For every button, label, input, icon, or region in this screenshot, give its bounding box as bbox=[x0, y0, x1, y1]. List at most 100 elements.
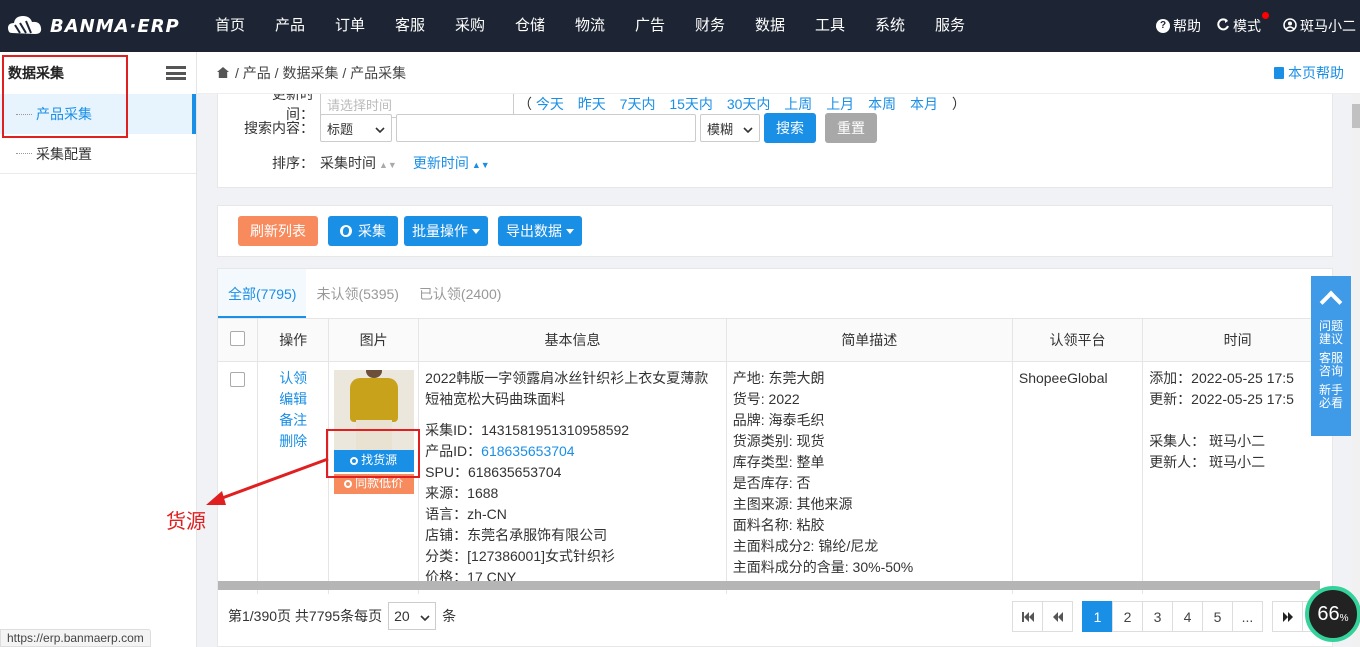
per-page-value: 20 bbox=[394, 608, 410, 624]
category: 分类：[127386001]女式针织衫 bbox=[425, 547, 616, 564]
nav-purchase[interactable]: 采购 bbox=[440, 0, 500, 52]
newbie-guide-link[interactable]: 新手必看 bbox=[1311, 384, 1351, 410]
next-page-icon[interactable] bbox=[1272, 601, 1303, 632]
nav-services[interactable]: 服务 bbox=[920, 0, 980, 52]
support-link[interactable]: 客服咨询 bbox=[1311, 352, 1351, 378]
range-today[interactable]: 今天 bbox=[536, 96, 564, 112]
page-scrollbar[interactable] bbox=[1352, 94, 1360, 647]
page-help-link[interactable]: 本页帮助 bbox=[1274, 63, 1344, 83]
match-mode-select[interactable]: 模糊 bbox=[700, 114, 760, 142]
breadcrumb-path: / 产品 / 数据采集 / 产品采集 bbox=[235, 64, 407, 81]
nav-home[interactable]: 首页 bbox=[200, 0, 260, 52]
reset-button[interactable]: 重置 bbox=[825, 113, 877, 143]
refresh-mode-icon bbox=[1217, 18, 1230, 34]
tab-unclaimed[interactable]: 未认领(5395) bbox=[306, 269, 408, 318]
row-time-cell: 添加：2022-05-25 17:5 更新：2022-05-25 17:5 采集… bbox=[1143, 361, 1332, 594]
nav-order[interactable]: 订单 bbox=[320, 0, 380, 52]
sort-row: 排序： 采集时间 ▲▼ 更新时间 ▲▼ bbox=[258, 153, 490, 173]
nav-ads[interactable]: 广告 bbox=[620, 0, 680, 52]
tab-all[interactable]: 全部(7795) bbox=[218, 269, 307, 318]
page-5[interactable]: 5 bbox=[1202, 601, 1233, 632]
range-15d[interactable]: 15天内 bbox=[669, 96, 713, 112]
nav-data[interactable]: 数据 bbox=[740, 0, 800, 52]
sort-update-time[interactable]: 更新时间 ▲▼ bbox=[413, 153, 490, 173]
filter-panel: 更新时间： 请选择时间 （ 今天 昨天 7天内 15天内 30天内 上周 上月 … bbox=[217, 94, 1333, 188]
search-field-select[interactable]: 标题 bbox=[320, 114, 392, 142]
user-menu[interactable]: 斑马小二 bbox=[1283, 16, 1356, 36]
range-7d[interactable]: 7天内 bbox=[620, 96, 656, 112]
range-30d[interactable]: 30天内 bbox=[727, 96, 771, 112]
home-icon[interactable] bbox=[217, 67, 229, 78]
search-input[interactable] bbox=[396, 114, 696, 142]
first-page-icon[interactable] bbox=[1012, 601, 1043, 632]
collector: 采集人： 斑马小二 bbox=[1149, 432, 1266, 449]
range-this-week[interactable]: 本周 bbox=[868, 96, 896, 112]
mode-toggle[interactable]: 模式 bbox=[1217, 12, 1269, 36]
product-id: 产品ID：618635653704 bbox=[425, 442, 575, 459]
nav-product[interactable]: 产品 bbox=[260, 0, 320, 52]
logo[interactable]: BANMA·ERP bbox=[0, 11, 200, 41]
main-content: 更新时间： 请选择时间 （ 今天 昨天 7天内 15天内 30天内 上周 上月 … bbox=[197, 94, 1352, 647]
page-3[interactable]: 3 bbox=[1142, 601, 1173, 632]
nav-tools[interactable]: 工具 bbox=[800, 0, 860, 52]
desc-line: 是否库存: 否 bbox=[732, 474, 811, 491]
page-scrollbar-thumb[interactable] bbox=[1352, 104, 1360, 128]
back-to-top-icon[interactable] bbox=[1319, 290, 1343, 314]
product-id-link[interactable]: 618635653704 bbox=[481, 443, 574, 459]
batch-ops-button[interactable]: 批量操作 bbox=[404, 216, 488, 246]
pagination: 第1/390页 共7795条每页 20 条 1 2 3 4 5 ... bbox=[217, 596, 1333, 636]
claim-link[interactable]: 认领 bbox=[264, 368, 322, 389]
header-image: 图片 bbox=[328, 319, 420, 362]
select-all-checkbox[interactable] bbox=[230, 330, 246, 346]
feedback-link[interactable]: 问题建议 bbox=[1311, 320, 1351, 346]
range-last-week[interactable]: 上周 bbox=[784, 96, 812, 112]
select-all-cell bbox=[218, 319, 259, 362]
zebra-logo-icon bbox=[6, 11, 44, 41]
collect-button[interactable]: 采集 bbox=[328, 216, 398, 246]
menu-collapse-icon[interactable] bbox=[166, 66, 186, 80]
sort-collect-time[interactable]: 采集时间 ▲▼ bbox=[320, 153, 397, 173]
spu: SPU：618635653704 bbox=[425, 463, 562, 480]
edit-link[interactable]: 编辑 bbox=[264, 389, 322, 410]
nav-system[interactable]: 系统 bbox=[860, 0, 920, 52]
page-1[interactable]: 1 bbox=[1082, 601, 1113, 632]
newbie-guide-label: 新手必看 bbox=[1318, 383, 1343, 410]
nav-warehouse[interactable]: 仓储 bbox=[500, 0, 560, 52]
range-yesterday[interactable]: 昨天 bbox=[578, 96, 606, 112]
speed-gauge[interactable]: 66% bbox=[1305, 586, 1360, 642]
page-2[interactable]: 2 bbox=[1112, 601, 1143, 632]
row-checkbox[interactable] bbox=[230, 371, 246, 387]
range-last-month[interactable]: 上月 bbox=[826, 96, 854, 112]
row-platform-cell: ShopeeGlobal bbox=[1012, 361, 1144, 594]
collect-id: 采集ID：1431581951310958592 bbox=[425, 421, 630, 438]
globe-icon bbox=[340, 225, 352, 237]
annotation-box-find-source bbox=[326, 429, 420, 478]
delete-link[interactable]: 删除 bbox=[264, 431, 322, 452]
tab-claimed[interactable]: 已认领(2400) bbox=[409, 269, 511, 318]
collect-label: 采集 bbox=[358, 223, 386, 239]
pager-unit: 条 bbox=[442, 608, 457, 624]
quick-range-links: （ 今天 昨天 7天内 15天内 30天内 上周 上月 本周 本月 ） bbox=[518, 94, 976, 114]
updated-time: 更新：2022-05-25 17:5 bbox=[1149, 390, 1294, 407]
desc-line: 品牌: 海泰毛织 bbox=[732, 411, 825, 428]
refresh-list-button[interactable]: 刷新列表 bbox=[238, 216, 318, 246]
desc-line: 主面料成分的含量: 30%-50% bbox=[732, 558, 914, 575]
nav-logistics[interactable]: 物流 bbox=[560, 0, 620, 52]
prev-page-icon[interactable] bbox=[1042, 601, 1073, 632]
desc-line: 货源类别: 现货 bbox=[732, 432, 825, 449]
nav-service[interactable]: 客服 bbox=[380, 0, 440, 52]
export-button[interactable]: 导出数据 bbox=[498, 216, 582, 246]
help-label: 帮助 bbox=[1173, 18, 1201, 34]
header-description: 简单描述 bbox=[726, 319, 1013, 362]
page-4[interactable]: 4 bbox=[1172, 601, 1203, 632]
search-button[interactable]: 搜索 bbox=[764, 113, 816, 143]
table-horizontal-scrollbar[interactable] bbox=[218, 581, 1320, 590]
help-link[interactable]: ? 帮助 bbox=[1156, 16, 1201, 36]
range-this-month[interactable]: 本月 bbox=[910, 96, 938, 112]
search-field-value: 标题 bbox=[327, 121, 354, 137]
sidebar-item-collect-config[interactable]: 采集配置 bbox=[0, 134, 196, 174]
per-page-select[interactable]: 20 bbox=[388, 602, 437, 630]
nav-finance[interactable]: 财务 bbox=[680, 0, 740, 52]
note-link[interactable]: 备注 bbox=[264, 410, 322, 431]
sort-update-time-label: 更新时间 bbox=[412, 155, 469, 171]
